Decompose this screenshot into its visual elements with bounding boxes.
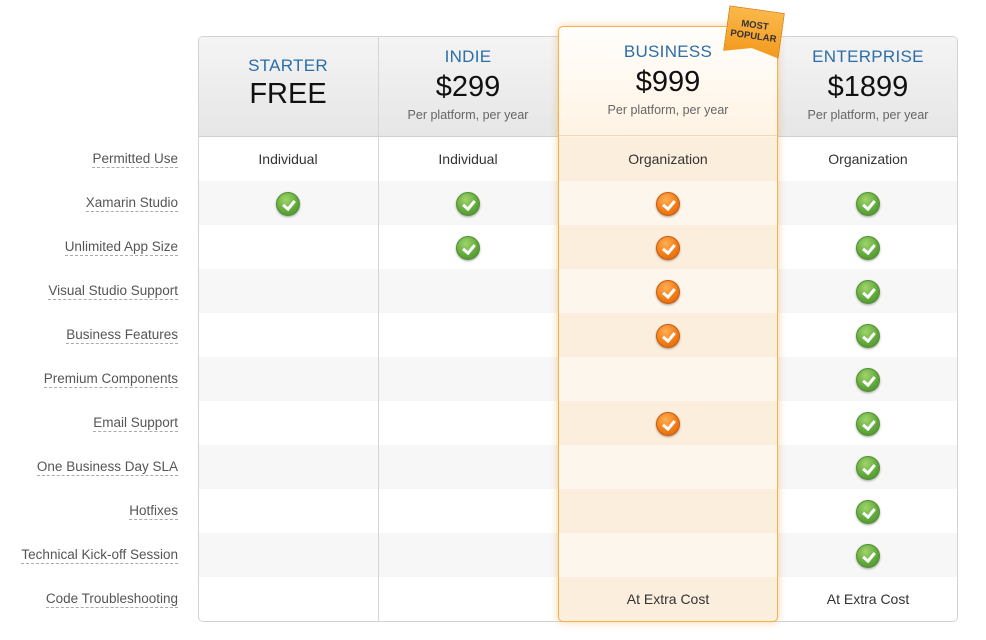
feature-cell (778, 181, 958, 225)
feature-cell (198, 269, 378, 313)
feature-cell (378, 489, 558, 533)
feature-cell: Organization (558, 137, 778, 181)
feature-cell (558, 401, 778, 445)
checkmark-icon (456, 192, 480, 217)
feature-cell (778, 489, 958, 533)
feature-cell (778, 313, 958, 357)
feature-cell (378, 313, 558, 357)
feature-label[interactable]: Hotfixes (129, 489, 178, 533)
feature-cell (198, 181, 378, 225)
feature-cell (778, 445, 958, 489)
cell-text: Organization (828, 151, 908, 167)
plan-name: STARTER (248, 56, 328, 75)
checkmark-icon (656, 192, 680, 217)
checkmark-icon (276, 192, 300, 217)
feature-cell (778, 269, 958, 313)
cell-text: Individual (438, 151, 498, 167)
checkmark-icon (656, 280, 680, 305)
feature-cell (198, 313, 378, 357)
plan-subtitle: Per platform, per year (607, 103, 729, 117)
feature-label[interactable]: Email Support (93, 401, 178, 445)
checkmark-icon (856, 324, 880, 349)
checkmark-icon (856, 236, 880, 261)
feature-cell: Individual (198, 137, 378, 181)
checkmark-icon (856, 412, 880, 437)
feature-cell (558, 489, 778, 533)
plan-name: INDIE (444, 47, 492, 66)
plan-subtitle: Per platform, per year (807, 108, 929, 122)
feature-cell (778, 533, 958, 577)
feature-cell (558, 445, 778, 489)
feature-cell: At Extra Cost (558, 577, 778, 621)
feature-label[interactable]: Technical Kick-off Session (21, 533, 178, 577)
feature-label[interactable]: Unlimited App Size (64, 225, 178, 269)
feature-cell (558, 313, 778, 357)
feature-cell (558, 225, 778, 269)
feature-cell: At Extra Cost (778, 577, 958, 621)
plan-starter-header: STARTER FREE (198, 56, 378, 111)
feature-label[interactable]: Visual Studio Support (48, 269, 178, 313)
plan-name: BUSINESS (623, 42, 713, 61)
checkmark-icon (656, 412, 680, 437)
cell-text: At Extra Cost (626, 591, 710, 607)
checkmark-icon (456, 236, 480, 261)
feature-cell (378, 577, 558, 621)
feature-cell (378, 181, 558, 225)
feature-cell (378, 401, 558, 445)
checkmark-icon (656, 324, 680, 349)
feature-cell (778, 401, 958, 445)
feature-cell (378, 225, 558, 269)
feature-cell (198, 445, 378, 489)
feature-cell: Individual (378, 137, 558, 181)
feature-cell (198, 577, 378, 621)
cell-text: Individual (258, 151, 318, 167)
plan-price: $1899 (827, 71, 909, 103)
feature-label[interactable]: Xamarin Studio (85, 181, 178, 225)
checkmark-icon (856, 192, 880, 217)
feature-label[interactable]: Permitted Use (92, 137, 178, 181)
feature-cell (378, 269, 558, 313)
checkmark-icon (856, 280, 880, 305)
feature-cell (198, 401, 378, 445)
plan-price: $299 (435, 71, 501, 103)
feature-cell (378, 445, 558, 489)
feature-cell (198, 225, 378, 269)
feature-label[interactable]: One Business Day SLA (36, 445, 178, 489)
checkmark-icon (656, 236, 680, 261)
checkmark-icon (856, 544, 880, 569)
plan-subtitle: Per platform, per year (407, 108, 529, 122)
plan-price: $999 (635, 66, 701, 98)
feature-cell (558, 533, 778, 577)
feature-cell (378, 357, 558, 401)
feature-cell (378, 533, 558, 577)
cell-text: Organization (628, 151, 708, 167)
feature-cell (198, 489, 378, 533)
cell-text: At Extra Cost (826, 591, 910, 607)
feature-cell (558, 357, 778, 401)
feature-label[interactable]: Code Troubleshooting (45, 577, 178, 621)
feature-cell (778, 225, 958, 269)
plan-price: FREE (249, 78, 327, 110)
checkmark-icon (856, 500, 880, 525)
checkmark-icon (856, 456, 880, 481)
feature-cell (778, 357, 958, 401)
feature-label[interactable]: Premium Components (43, 357, 178, 401)
checkmark-icon (856, 368, 880, 393)
feature-cell (558, 269, 778, 313)
feature-cell (198, 357, 378, 401)
feature-cell (198, 533, 378, 577)
feature-cell (558, 181, 778, 225)
plan-enterprise-header: ENTERPRISE $1899 Per platform, per year (778, 47, 958, 122)
plan-name: ENTERPRISE (812, 47, 924, 66)
plan-business-header: BUSINESS $999 Per platform, per year (558, 42, 778, 117)
plan-indie-header: INDIE $299 Per platform, per year (378, 47, 558, 122)
feature-label[interactable]: Business Features (66, 313, 178, 357)
feature-cell: Organization (778, 137, 958, 181)
